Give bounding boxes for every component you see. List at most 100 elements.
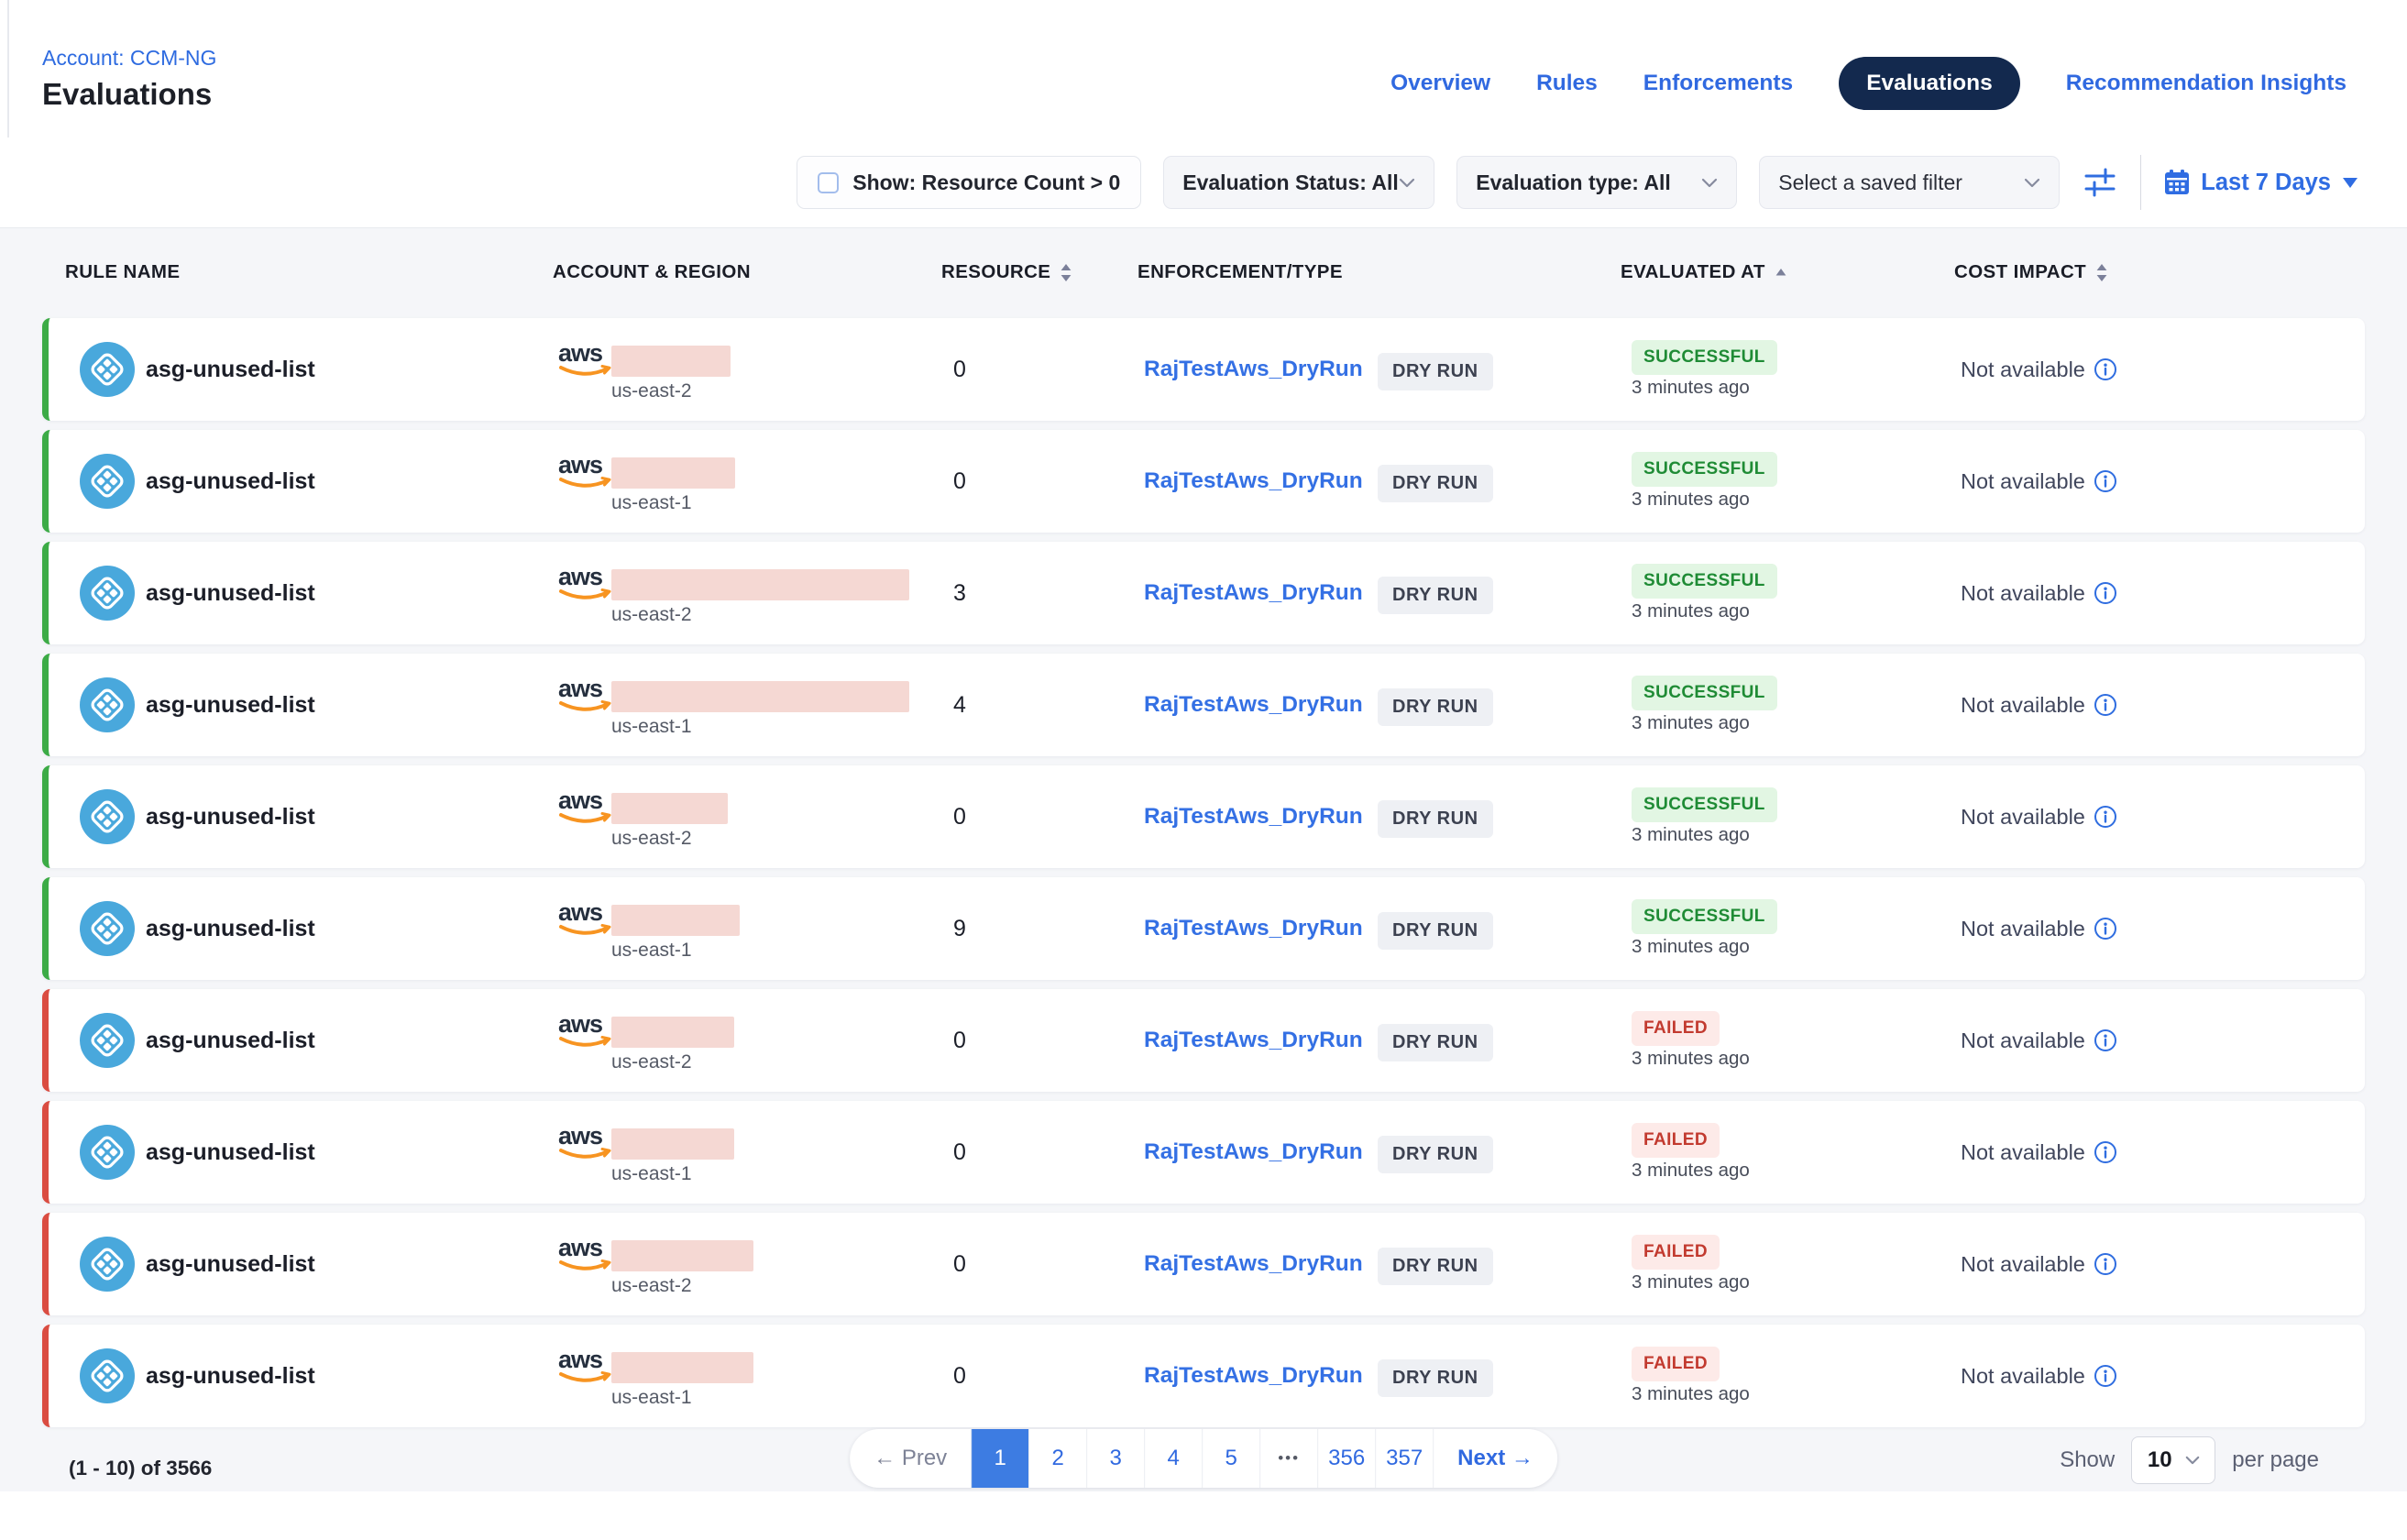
filter-settings-icon[interactable]: [2082, 166, 2118, 199]
page-button-3[interactable]: 3: [1086, 1429, 1144, 1488]
table-row[interactable]: asg-unused-list aws us-east-1 9 RajTestA…: [42, 877, 2365, 980]
info-icon[interactable]: [2094, 1028, 2117, 1052]
next-page-button[interactable]: Next →: [1433, 1429, 1557, 1488]
top-nav-tab-evaluations[interactable]: Evaluations: [1839, 57, 2020, 110]
table-row[interactable]: asg-unused-list aws us-east-2 0 RajTestA…: [42, 989, 2365, 1092]
info-icon[interactable]: [2094, 1140, 2117, 1164]
page-size-value: 10: [2148, 1447, 2172, 1473]
aws-logo-icon: aws: [558, 565, 611, 607]
top-navigation: Overview Rules Enforcements Evaluations …: [1390, 55, 2347, 112]
prev-page-button[interactable]: ← Prev: [850, 1429, 971, 1488]
aws-logo-icon: aws: [558, 788, 611, 830]
resource-count-checkbox[interactable]: [818, 172, 839, 193]
evaluation-type-badge: DRY RUN: [1378, 353, 1493, 390]
table-row[interactable]: asg-unused-list aws us-east-1 4 RajTestA…: [42, 654, 2365, 756]
region-label: us-east-2: [611, 1051, 692, 1073]
cost-impact-value: Not available: [1961, 1364, 2085, 1389]
table-row[interactable]: asg-unused-list aws us-east-1 0 RajTestA…: [42, 430, 2365, 533]
evaluation-type-badge: DRY RUN: [1378, 688, 1493, 726]
table-row[interactable]: asg-unused-list aws us-east-2 0 RajTestA…: [42, 765, 2365, 868]
saved-filter-dropdown[interactable]: Select a saved filter: [1759, 156, 2060, 209]
cost-impact-value: Not available: [1961, 1140, 2085, 1165]
info-icon[interactable]: [2094, 469, 2117, 493]
cost-impact-cell: Not available: [1961, 542, 2117, 644]
redacted-account-id: [611, 1352, 753, 1383]
info-icon[interactable]: [2094, 805, 2117, 829]
page-button-1[interactable]: 1: [971, 1429, 1028, 1488]
page-button-4[interactable]: 4: [1144, 1429, 1202, 1488]
table-row[interactable]: asg-unused-list aws us-east-2 0 RajTestA…: [42, 1213, 2365, 1315]
redacted-account-id: [611, 569, 909, 600]
enforcement-link[interactable]: RajTestAws_DryRun: [1144, 989, 1363, 1092]
date-range-picker[interactable]: Last 7 Days: [2163, 169, 2358, 196]
info-icon[interactable]: [2094, 693, 2117, 717]
calendar-icon: [2163, 169, 2191, 196]
column-header: EVALUATED AT: [1621, 261, 1787, 283]
region-label: us-east-1: [611, 1163, 692, 1185]
top-nav-tab-rules[interactable]: Rules: [1536, 71, 1598, 96]
table-row[interactable]: asg-unused-list aws us-east-1 0 RajTestA…: [42, 1101, 2365, 1204]
top-nav-tab-recommendation-insights[interactable]: Recommendation Insights: [2066, 71, 2347, 96]
enforcement-link[interactable]: RajTestAws_DryRun: [1144, 765, 1363, 868]
evaluation-type-dropdown[interactable]: Evaluation type: All: [1456, 156, 1737, 209]
cost-impact-cell: Not available: [1961, 989, 2117, 1092]
page-button-356[interactable]: 356: [1317, 1429, 1375, 1488]
cost-impact-cell: Not available: [1961, 430, 2117, 533]
info-icon[interactable]: [2094, 1252, 2117, 1276]
evaluation-status-dropdown[interactable]: Evaluation Status: All: [1163, 156, 1434, 209]
resource-count: 3: [953, 542, 966, 644]
evaluated-time: 3 minutes ago: [1632, 600, 1750, 622]
breadcrumb-account-link[interactable]: Account: CCM-NG: [42, 46, 216, 71]
info-icon[interactable]: [2094, 358, 2117, 381]
governance-rule-icon: [80, 1013, 135, 1068]
enforcement-link[interactable]: RajTestAws_DryRun: [1144, 1325, 1363, 1427]
aws-logo-icon: aws: [558, 1236, 611, 1278]
enforcement-link[interactable]: RajTestAws_DryRun: [1144, 1101, 1363, 1204]
table-row[interactable]: asg-unused-list aws us-east-2 0 RajTestA…: [42, 318, 2365, 421]
region-label: us-east-2: [611, 380, 692, 402]
page-size-dropdown[interactable]: 10: [2131, 1436, 2215, 1484]
region-label: us-east-1: [611, 940, 692, 962]
sort-asc-icon[interactable]: [1775, 268, 1787, 278]
page-button-5[interactable]: 5: [1202, 1429, 1259, 1488]
aws-logo-icon: aws: [558, 1012, 611, 1054]
info-icon[interactable]: [2094, 917, 2117, 940]
rule-name: asg-unused-list: [146, 654, 315, 756]
column-header: COST IMPACT: [1954, 261, 2108, 283]
enforcement-link[interactable]: RajTestAws_DryRun: [1144, 430, 1363, 533]
enforcement-link[interactable]: RajTestAws_DryRun: [1144, 318, 1363, 421]
aws-logo-icon: aws: [558, 900, 611, 942]
info-icon[interactable]: [2094, 581, 2117, 605]
evaluated-time: 3 minutes ago: [1632, 1160, 1750, 1182]
top-nav-tab-enforcements[interactable]: Enforcements: [1643, 71, 1793, 96]
top-nav-tab-overview[interactable]: Overview: [1390, 71, 1490, 96]
evaluation-type-badge: DRY RUN: [1378, 912, 1493, 950]
redacted-account-id: [611, 681, 909, 712]
cost-impact-cell: Not available: [1961, 1101, 2117, 1204]
table-row[interactable]: asg-unused-list aws us-east-2 3 RajTestA…: [42, 542, 2365, 644]
evaluated-time: 3 minutes ago: [1632, 377, 1750, 399]
governance-rule-icon: [80, 789, 135, 844]
info-icon[interactable]: [2094, 1364, 2117, 1388]
redacted-account-id: [611, 457, 735, 489]
aws-logo-icon: aws: [558, 1348, 611, 1390]
chevron-down-icon: [2185, 1456, 2200, 1465]
governance-rule-icon: [80, 677, 135, 732]
page-button-357[interactable]: 357: [1375, 1429, 1433, 1488]
evaluated-time: 3 minutes ago: [1632, 1271, 1750, 1293]
enforcement-link[interactable]: RajTestAws_DryRun: [1144, 654, 1363, 756]
page-button-2[interactable]: 2: [1028, 1429, 1086, 1488]
table-row[interactable]: asg-unused-list aws us-east-1 0 RajTestA…: [42, 1325, 2365, 1427]
region-label: us-east-2: [611, 828, 692, 850]
sort-icon[interactable]: [2095, 263, 2108, 282]
enforcement-link[interactable]: RajTestAws_DryRun: [1144, 1213, 1363, 1315]
enforcement-link[interactable]: RajTestAws_DryRun: [1144, 877, 1363, 980]
resource-count: 0: [953, 989, 966, 1092]
evaluations-table-section: RULE NAME ACCOUNT & REGION RESOURCE ENFO…: [0, 227, 2407, 1491]
sort-icon[interactable]: [1060, 263, 1072, 282]
page-ellipsis: •••: [1259, 1429, 1317, 1488]
evaluation-type-badge: DRY RUN: [1378, 1359, 1493, 1397]
resource-count-toggle[interactable]: Show: Resource Count > 0: [797, 156, 1141, 209]
evaluation-type-badge: DRY RUN: [1378, 1024, 1493, 1062]
enforcement-link[interactable]: RajTestAws_DryRun: [1144, 542, 1363, 644]
